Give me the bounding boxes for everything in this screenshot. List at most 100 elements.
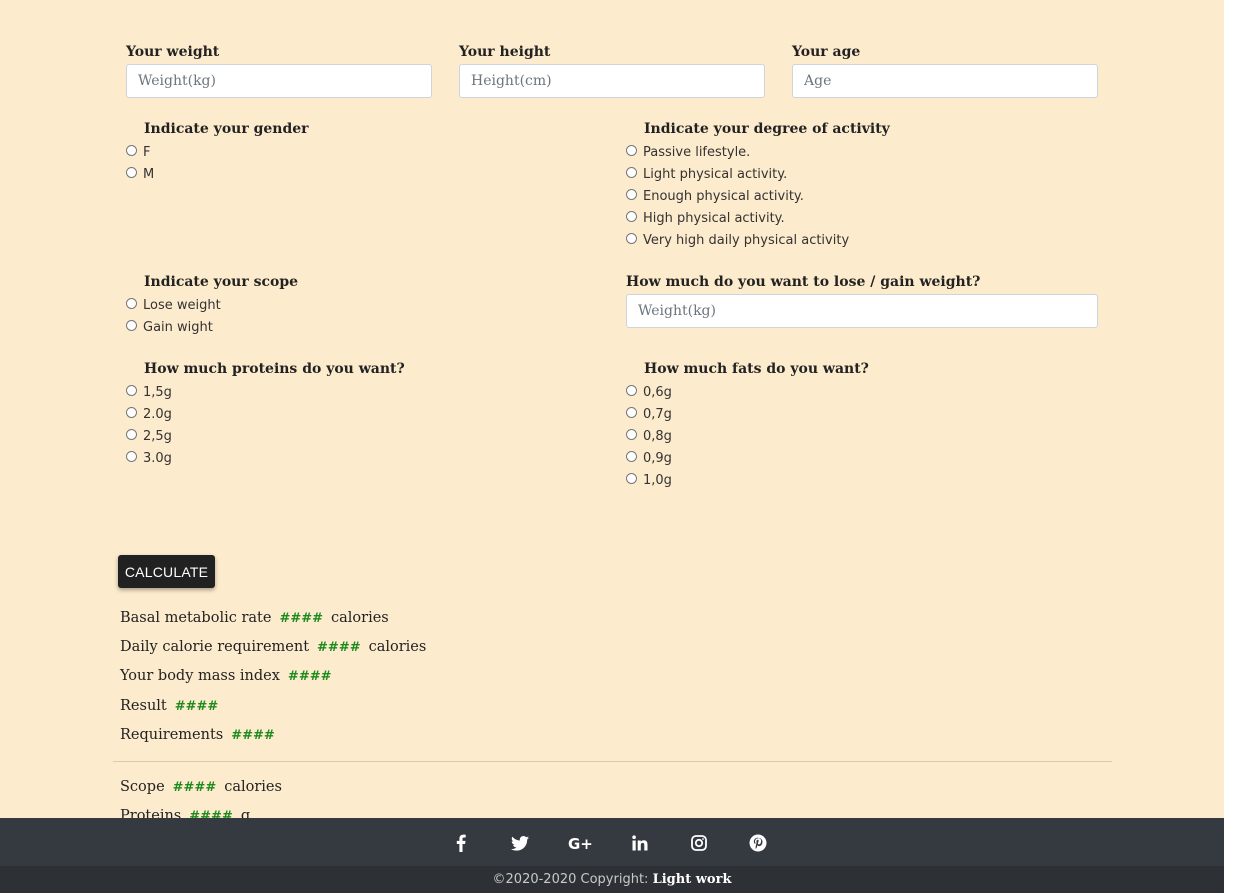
activity-option-high[interactable]: High physical activity. [626, 209, 785, 227]
fats-radio[interactable] [626, 406, 637, 418]
gender-option-label: F [143, 144, 151, 160]
gender-option-label: M [143, 166, 155, 182]
scope-option-lose[interactable]: Lose weight [126, 296, 221, 314]
fats-option[interactable]: 0,6g [626, 383, 672, 401]
activity-radio[interactable] [626, 166, 637, 178]
linkedin-icon[interactable] [629, 832, 651, 854]
fats-radio[interactable] [626, 384, 637, 396]
proteins-title: How much proteins do you want? [144, 361, 405, 377]
result-daily: Daily calorie requirement #### calories [120, 639, 426, 655]
copyright-bar: ©2020-2020 Copyright: Light work [0, 866, 1224, 893]
proteins-option-label: 1,5g [143, 384, 172, 400]
fats-radio[interactable] [626, 450, 637, 462]
pinterest-icon[interactable] [747, 832, 769, 854]
activity-option-label: Light physical activity. [643, 166, 788, 182]
activity-title: Indicate your degree of activity [644, 121, 890, 137]
result-label: Scope [120, 779, 165, 795]
calculate-button[interactable]: CALCULATE [118, 555, 215, 588]
age-input[interactable] [792, 64, 1098, 98]
gender-radio-f[interactable] [126, 144, 137, 156]
result-bmi: Your body mass index #### [120, 668, 340, 684]
proteins-option-label: 3.0g [143, 450, 172, 466]
proteins-option[interactable]: 2.0g [126, 405, 172, 423]
activity-option-enough[interactable]: Enough physical activity. [626, 187, 804, 205]
proteins-option[interactable]: 1,5g [126, 383, 172, 401]
fats-radio[interactable] [626, 472, 637, 484]
divider [113, 761, 1112, 762]
scope-title: Indicate your scope [144, 274, 299, 290]
weight-change-input[interactable] [626, 294, 1098, 328]
proteins-radio[interactable] [126, 428, 137, 440]
result-label: Requirements [120, 727, 224, 743]
fats-option-label: 0,9g [643, 450, 672, 466]
proteins-option-label: 2.0g [143, 406, 172, 422]
copyright-brand-link[interactable]: Light work [653, 872, 732, 887]
gender-radio-m[interactable] [126, 166, 137, 178]
proteins-radio[interactable] [126, 450, 137, 462]
copyright-text: ©2020-2020 Copyright: [492, 872, 649, 887]
result-value: #### [287, 669, 332, 684]
weight-label: Your weight [126, 44, 220, 60]
page: Your weight Your height Your age Indicat… [0, 0, 1224, 893]
svg-text:G+: G+ [568, 835, 592, 851]
proteins-option-label: 2,5g [143, 428, 172, 444]
scope-radio[interactable] [126, 319, 137, 331]
result-unit: calories [331, 610, 389, 626]
activity-radio[interactable] [626, 210, 637, 222]
activity-option-label: Very high daily physical activity [643, 232, 850, 248]
height-input[interactable] [459, 64, 765, 98]
proteins-option[interactable]: 3.0g [126, 449, 172, 467]
proteins-option[interactable]: 2,5g [126, 427, 172, 445]
age-label: Your age [792, 44, 861, 60]
result-value: #### [279, 611, 324, 626]
fats-option[interactable]: 0,7g [626, 405, 672, 423]
scope-option-label: Lose weight [143, 297, 221, 313]
twitter-icon[interactable] [509, 832, 531, 854]
fats-radio[interactable] [626, 428, 637, 440]
activity-option-label: Passive lifestyle. [643, 144, 751, 160]
result-value: #### [172, 780, 217, 795]
activity-option-very-high[interactable]: Very high daily physical activity [626, 231, 849, 249]
fats-option-label: 0,7g [643, 406, 672, 422]
result-label: Daily calorie requirement [120, 639, 310, 655]
fats-option-label: 1,0g [643, 472, 672, 488]
result-scope: Scope #### calories [120, 779, 282, 795]
result-value: #### [231, 728, 275, 743]
gender-option-m[interactable]: M [126, 165, 154, 183]
social-bar: G+ [0, 818, 1224, 866]
google-plus-icon[interactable]: G+ [568, 832, 592, 854]
activity-radio[interactable] [626, 144, 637, 156]
activity-option-label: High physical activity. [643, 210, 785, 226]
gender-title: Indicate your gender [144, 121, 309, 137]
result-label: Basal metabolic rate [120, 610, 272, 626]
right-gutter [1224, 0, 1239, 893]
activity-radio[interactable] [626, 188, 637, 200]
result-unit: calories [368, 639, 427, 655]
proteins-radio[interactable] [126, 406, 137, 418]
activity-option-label: Enough physical activity. [643, 188, 804, 204]
proteins-radio[interactable] [126, 384, 137, 396]
scope-option-gain[interactable]: Gain wight [126, 318, 213, 336]
scope-option-label: Gain wight [143, 319, 213, 335]
result-unit: calories [224, 779, 282, 795]
result-label: Result [120, 698, 167, 714]
result-label: Your body mass index [120, 668, 280, 684]
instagram-icon[interactable] [688, 832, 710, 854]
weight-change-label: How much do you want to lose / gain weig… [626, 274, 981, 290]
result-requirements: Requirements #### [120, 727, 283, 743]
activity-option-light[interactable]: Light physical activity. [626, 165, 787, 183]
gender-option-f[interactable]: F [126, 143, 150, 161]
scope-radio[interactable] [126, 297, 137, 309]
activity-option-passive[interactable]: Passive lifestyle. [626, 143, 750, 161]
fats-title: How much fats do you want? [644, 361, 869, 377]
facebook-icon[interactable] [450, 832, 472, 854]
fats-option[interactable]: 1,0g [626, 471, 672, 489]
fats-option[interactable]: 0,8g [626, 427, 672, 445]
weight-input[interactable] [126, 64, 432, 98]
height-label: Your height [459, 44, 551, 60]
activity-radio[interactable] [626, 232, 637, 244]
result-value: #### [317, 640, 361, 655]
fats-option[interactable]: 0,9g [626, 449, 672, 467]
fats-option-label: 0,8g [643, 428, 672, 444]
result-result: Result #### [120, 698, 226, 714]
